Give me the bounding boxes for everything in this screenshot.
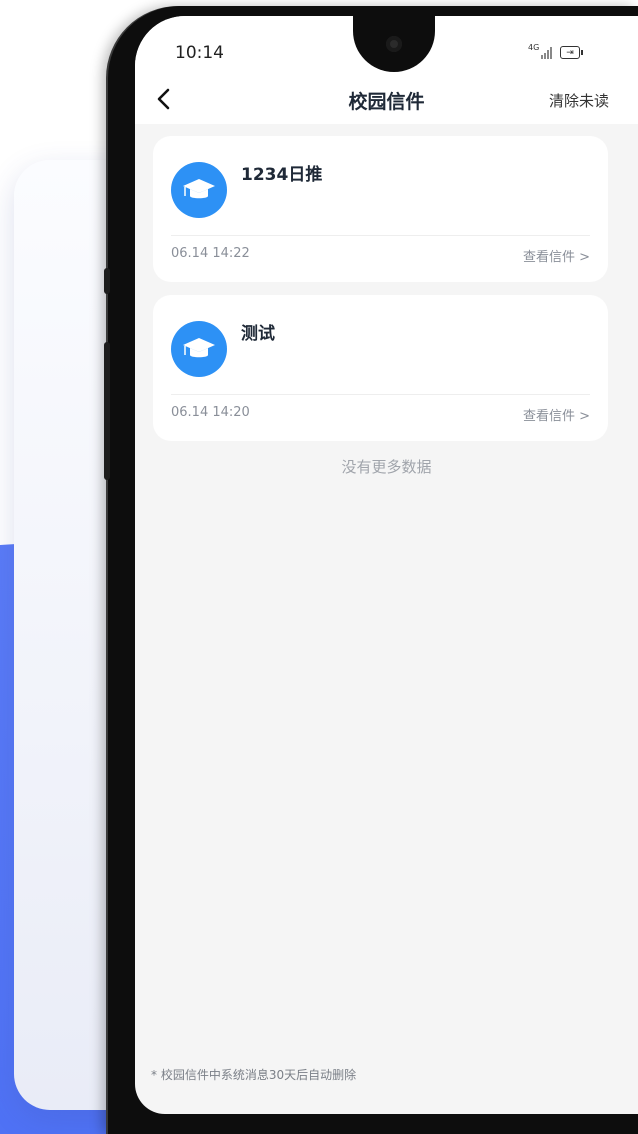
letter-time: 06.14 14:20 — [171, 405, 250, 420]
footnote-text: * 校园信件中系统消息30天后自动删除 — [151, 1068, 357, 1082]
card-divider — [171, 394, 590, 395]
view-letter-link[interactable]: 查看信件 > — [523, 246, 590, 265]
view-letter-link[interactable]: 查看信件 > — [523, 405, 590, 424]
phone-volume-button — [104, 342, 110, 480]
card-divider — [171, 235, 590, 236]
clear-unread-button[interactable]: 清除未读 — [549, 90, 609, 111]
letter-card[interactable]: 测试 06.14 14:20 查看信件 > — [153, 295, 608, 441]
graduation-cap-icon — [171, 321, 227, 377]
list-end-text: 没有更多数据 — [341, 458, 432, 476]
letter-time: 06.14 14:22 — [171, 246, 250, 261]
network-label: 4G — [528, 43, 540, 52]
nav-bar: 校园信件 清除未读 — [135, 76, 638, 124]
graduation-cap-icon — [171, 162, 227, 218]
letter-card[interactable]: 1234日推 06.14 14:22 查看信件 > — [153, 136, 608, 282]
signal-icon — [541, 47, 555, 59]
letter-title: 测试 — [241, 324, 275, 344]
battery-icon: ⇥ — [560, 46, 580, 59]
phone-side-button — [104, 268, 110, 294]
front-camera-icon — [386, 36, 402, 52]
phone-screen: 10:14 4G ⇥ 校园信件 清除未读 1234日推 06.14 14:22 … — [135, 16, 638, 1114]
letter-title: 1234日推 — [241, 165, 323, 185]
status-time: 10:14 — [175, 43, 224, 63]
battery-tip — [581, 50, 583, 55]
